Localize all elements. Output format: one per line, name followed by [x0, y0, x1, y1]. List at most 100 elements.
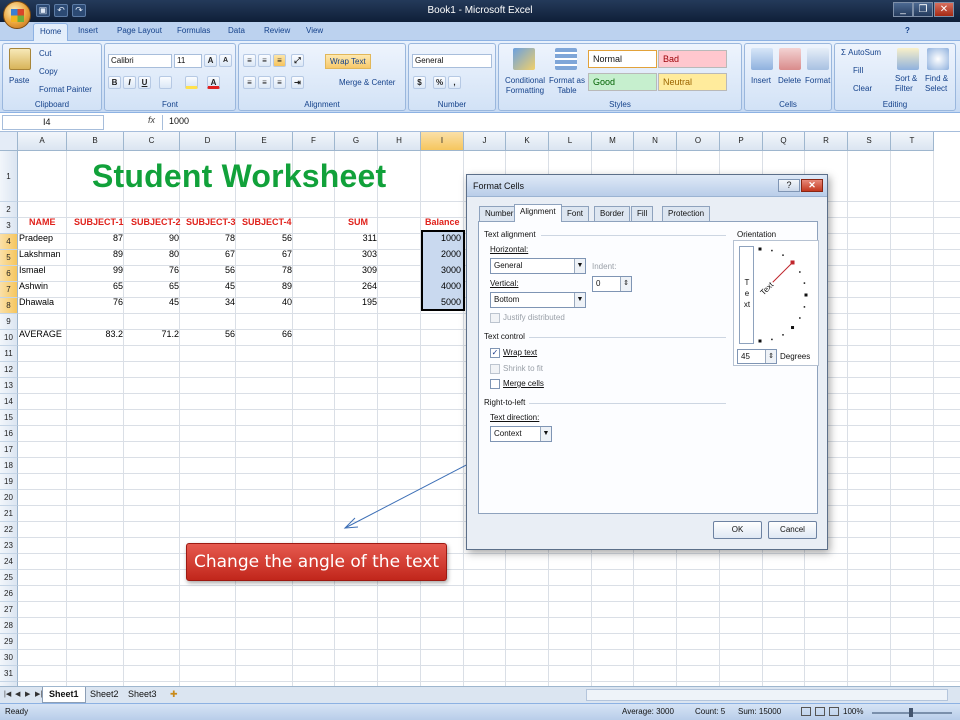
cell-sum[interactable]: 309 — [336, 263, 379, 279]
orientation-icon[interactable]: ⤢ — [291, 54, 304, 67]
column-header-h[interactable]: H — [378, 132, 421, 151]
number-format-select[interactable]: General — [412, 54, 492, 68]
cell-sum[interactable]: 311 — [336, 231, 379, 247]
cell-s1[interactable]: 99 — [68, 263, 125, 279]
cell-s2[interactable]: 45 — [125, 295, 181, 311]
underline-button[interactable]: U — [138, 76, 151, 89]
tab-data[interactable]: Data — [228, 26, 245, 35]
dialog-help-button[interactable]: ? — [778, 179, 800, 192]
style-bad[interactable]: Bad — [658, 50, 727, 68]
cell-sum[interactable]: 264 — [336, 279, 379, 295]
row-header-3[interactable]: 3 — [0, 218, 18, 234]
header-subject-1[interactable]: SUBJECT-1 — [72, 215, 126, 231]
column-header-m[interactable]: M — [592, 132, 634, 151]
insert-button[interactable]: Insert — [751, 76, 771, 85]
prev-sheet-icon[interactable]: ◀ — [15, 690, 24, 700]
row-header-9[interactable]: 9 — [0, 314, 18, 330]
insert-cells-icon[interactable] — [751, 48, 773, 70]
align-left-icon[interactable]: ≡ — [243, 76, 256, 89]
row-header-22[interactable]: 22 — [0, 522, 18, 538]
cell-s3[interactable]: 56 — [181, 263, 237, 279]
percent-button[interactable]: % — [433, 76, 446, 89]
dial-knob[interactable] — [790, 260, 795, 265]
name-box[interactable]: I4 — [2, 115, 104, 130]
cell-sum[interactable]: 303 — [336, 247, 379, 263]
cell-s4[interactable]: 67 — [237, 247, 294, 263]
header-sum[interactable]: SUM — [346, 215, 370, 231]
office-button[interactable] — [3, 1, 31, 29]
row-header-27[interactable]: 27 — [0, 602, 18, 618]
average-s3[interactable]: 56 — [181, 327, 237, 343]
row-header-12[interactable]: 12 — [0, 362, 18, 378]
cancel-button[interactable]: Cancel — [768, 521, 817, 539]
column-header-g[interactable]: G — [335, 132, 378, 151]
row-header-10[interactable]: 10 — [0, 330, 18, 346]
row-header-15[interactable]: 15 — [0, 410, 18, 426]
format-as-table-button[interactable]: Format as Table — [549, 76, 585, 96]
column-header-c[interactable]: C — [124, 132, 180, 151]
zoom-slider-thumb[interactable] — [909, 708, 913, 717]
cell-s3[interactable]: 67 — [181, 247, 237, 263]
paste-icon[interactable] — [9, 48, 31, 70]
header-name[interactable]: NAME — [27, 215, 58, 231]
clear-button[interactable]: Clear — [841, 84, 872, 93]
tab-review[interactable]: Review — [264, 26, 290, 35]
font-name-select[interactable]: Calibri — [108, 54, 172, 68]
row-header-16[interactable]: 16 — [0, 426, 18, 442]
align-top-icon[interactable]: ≡ — [243, 54, 256, 67]
row-header-31[interactable]: 31 — [0, 666, 18, 682]
cell-s3[interactable]: 34 — [181, 295, 237, 311]
column-header-p[interactable]: P — [720, 132, 763, 151]
tab-formulas[interactable]: Formulas — [177, 26, 210, 35]
justify-distributed-checkbox[interactable] — [490, 313, 500, 323]
row-header-11[interactable]: 11 — [0, 346, 18, 362]
worksheet-title[interactable]: Student Worksheet — [92, 158, 386, 195]
cell-name[interactable]: Dhawala — [17, 295, 65, 311]
cell-s1[interactable]: 89 — [68, 247, 125, 263]
cut-button[interactable]: Cut — [39, 49, 51, 58]
fill-button[interactable]: Fill — [841, 66, 863, 75]
help-icon[interactable]: ? — [905, 26, 910, 35]
page-layout-view-icon[interactable] — [815, 707, 825, 716]
wrap-text-button[interactable]: Wrap Text — [325, 54, 371, 69]
horizontal-select[interactable]: General ▼ — [490, 258, 586, 274]
average-label[interactable]: AVERAGE — [17, 327, 64, 343]
bold-button[interactable]: B — [108, 76, 121, 89]
column-header-l[interactable]: L — [549, 132, 592, 151]
cell-name[interactable]: Ashwin — [17, 279, 65, 295]
column-header-s[interactable]: S — [848, 132, 891, 151]
style-normal[interactable]: Normal — [588, 50, 657, 68]
tab-insert[interactable]: Insert — [78, 26, 98, 35]
indent-stepper[interactable]: 0 ⇕ — [592, 276, 632, 292]
header-subject-3[interactable]: SUBJECT-3 — [184, 215, 238, 231]
tab-page-layout[interactable]: Page Layout — [117, 26, 162, 35]
restore-button[interactable]: ❐ — [913, 2, 933, 17]
tab-font[interactable]: Font — [561, 206, 590, 221]
column-header-o[interactable]: O — [677, 132, 720, 151]
minimize-button[interactable]: _ — [893, 2, 913, 17]
delete-cells-icon[interactable] — [779, 48, 801, 70]
align-bottom-icon[interactable]: ≡ — [273, 54, 286, 67]
first-sheet-icon[interactable]: |◀ — [4, 690, 13, 700]
row-header-5[interactable]: 5 — [0, 250, 18, 266]
column-header-i[interactable]: I — [421, 132, 464, 151]
row-header-28[interactable]: 28 — [0, 618, 18, 634]
font-size-select[interactable]: 11 — [174, 54, 202, 68]
autosum-button[interactable]: Σ AutoSum — [841, 48, 881, 57]
copy-button[interactable]: Copy — [39, 67, 58, 76]
column-header-d[interactable]: D — [180, 132, 236, 151]
align-middle-icon[interactable]: ≡ — [258, 54, 271, 67]
tab-protection[interactable]: Protection — [662, 206, 711, 221]
dialog-close-button[interactable]: ✕ — [801, 179, 823, 192]
row-header-26[interactable]: 26 — [0, 586, 18, 602]
tab-fill[interactable]: Fill — [631, 206, 654, 221]
column-header-t[interactable]: T — [891, 132, 934, 151]
row-header-14[interactable]: 14 — [0, 394, 18, 410]
redo-icon[interactable]: ↷ — [72, 4, 86, 17]
select-all-corner[interactable] — [0, 132, 18, 151]
row-header-24[interactable]: 24 — [0, 554, 18, 570]
normal-view-icon[interactable] — [801, 707, 811, 716]
cell-s2[interactable]: 76 — [125, 263, 181, 279]
column-header-b[interactable]: B — [67, 132, 124, 151]
header-subject-2[interactable]: SUBJECT-2 — [129, 215, 183, 231]
